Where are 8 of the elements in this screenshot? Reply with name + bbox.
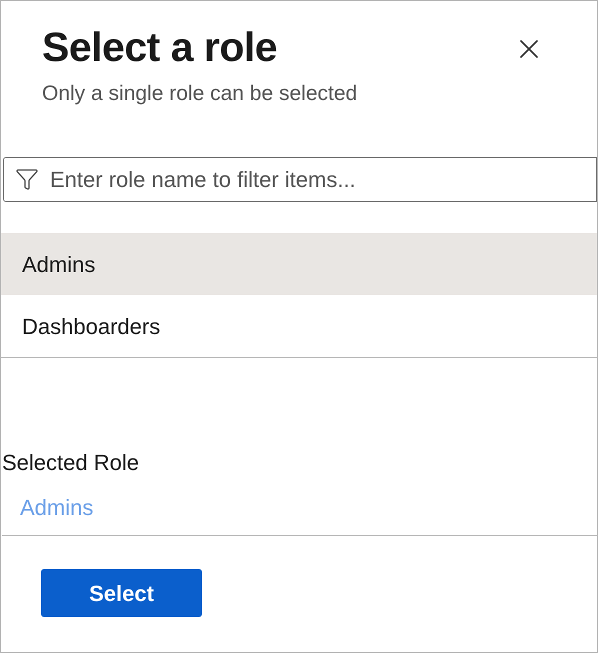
selected-role-label: Selected Role [1, 449, 140, 477]
selected-role-value: Admins [19, 494, 94, 522]
panel-subtitle: Only a single role can be selected [42, 81, 358, 107]
filter-icon [15, 167, 39, 191]
select-button[interactable]: Select [41, 569, 202, 617]
filter-field[interactable]: Enter role name to filter items... [3, 157, 597, 202]
role-item[interactable]: Admins [1, 233, 597, 295]
panel-title: Select a role [42, 23, 278, 71]
